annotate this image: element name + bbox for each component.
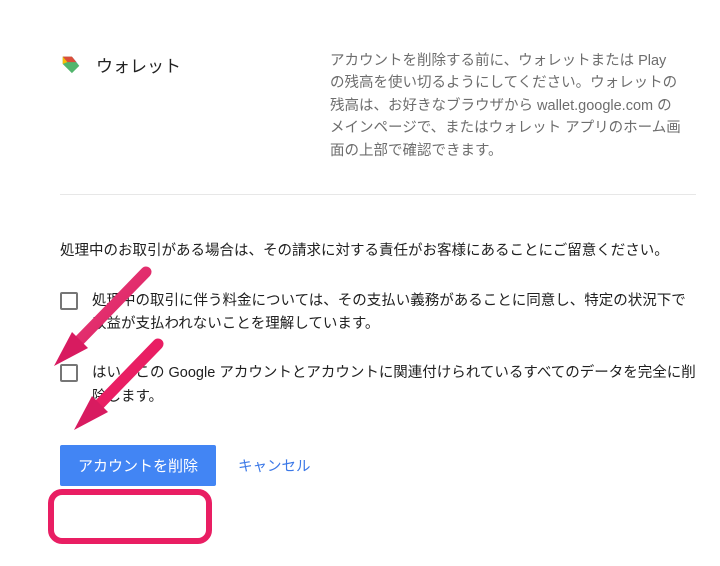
service-description: アカウントを削除する前に、ウォレットまたは Play の残高を使い切るようにして… [330, 50, 684, 162]
service-left: ウォレット [60, 50, 330, 162]
checkbox-confirm-delete-label: はい、この Google アカウントとアカウントに関連付けられているすべてのデー… [92, 362, 696, 408]
checkbox-agree-fees[interactable] [60, 292, 78, 310]
notice-text: 処理中のお取引がある場合は、その請求に対する責任がお客様にあることにご留意くださ… [60, 239, 696, 264]
cancel-button[interactable]: キャンセル [238, 455, 311, 476]
actions-row: アカウントを削除 キャンセル [60, 445, 696, 486]
service-title: ウォレット [96, 52, 181, 77]
annotation-highlight-box [48, 489, 212, 544]
wallet-icon [60, 52, 82, 75]
checkbox-confirm-delete[interactable] [60, 364, 78, 382]
checkbox-row-confirm-delete[interactable]: はい、この Google アカウントとアカウントに関連付けられているすべてのデー… [60, 362, 696, 408]
page: ウォレット アカウントを削除する前に、ウォレットまたは Play の残高を使い切… [0, 0, 720, 566]
delete-account-button[interactable]: アカウントを削除 [60, 445, 216, 486]
service-row: ウォレット アカウントを削除する前に、ウォレットまたは Play の残高を使い切… [60, 0, 696, 195]
checkbox-row-agree-fees[interactable]: 処理中の取引に伴う料金については、その支払い義務があることに同意し、特定の状況下… [60, 290, 696, 336]
checkbox-agree-fees-label: 処理中の取引に伴う料金については、その支払い義務があることに同意し、特定の状況下… [92, 290, 696, 336]
